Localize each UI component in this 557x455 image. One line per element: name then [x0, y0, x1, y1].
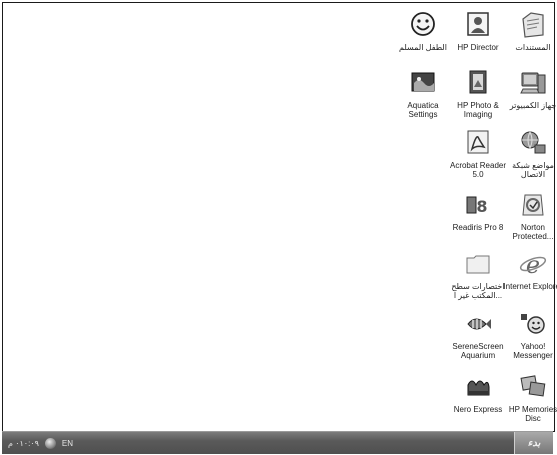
desktop-icon-norton-protected[interactable]: Norton Protected...: [503, 189, 557, 241]
acrobat-reader-icon: [467, 130, 489, 154]
icon-label: جهاز الكمبيوتر: [509, 101, 557, 110]
icon-label: SereneScreen Aquarium: [452, 342, 504, 360]
icon-label: Internet Explorer: [503, 282, 557, 291]
system-tray: ٠١٠:٠٩ م EN: [2, 432, 98, 454]
clock[interactable]: ٠١٠:٠٩ م: [8, 439, 39, 448]
desktop-icon-desktop-shortcuts[interactable]: اختصارات سطح المكتب غير ا...: [448, 248, 508, 300]
icon-label: Readiris Pro 8: [452, 223, 504, 232]
icon-label: Norton Protected...: [512, 223, 554, 241]
network-places-icon: [521, 131, 546, 154]
serenescreen-aquarium-icon: [467, 318, 491, 330]
desktop-icon-acrobat-reader[interactable]: Acrobat Reader 5.0: [448, 127, 508, 179]
start-label: بدء: [527, 437, 541, 449]
icon-label: المستندات: [515, 43, 551, 52]
yahoo-messenger-icon: [521, 314, 545, 334]
svg-text:e: e: [526, 251, 540, 279]
aquatica-settings-icon: [411, 72, 435, 92]
language-indicator[interactable]: EN: [62, 439, 73, 448]
desktop-icon-internet-explorer[interactable]: e Internet Explorer: [503, 248, 557, 291]
icon-label: Aquatica Settings: [407, 101, 439, 119]
icon-label: الطفل المسلم: [399, 43, 447, 52]
desktop-icon-hp-director[interactable]: HP Director: [448, 9, 508, 52]
desktop-icon-my-documents[interactable]: المستندات: [503, 9, 557, 52]
start-button[interactable]: بدء: [514, 432, 553, 454]
readiris-icon: 8: [466, 196, 488, 216]
desktop-icon-my-computer[interactable]: جهاز الكمبيوتر: [503, 67, 557, 110]
security-shield-icon[interactable]: [44, 437, 56, 449]
desktop-icon-hp-memories-disc[interactable]: HP Memories Disc: [503, 371, 557, 423]
desktop-icon-hp-photo-imaging[interactable]: HP Photo & Imaging: [448, 67, 508, 119]
desktop-icon-serenescreen-aquarium[interactable]: SereneScreen Aquarium: [448, 308, 508, 360]
documents-folder-icon: [522, 12, 544, 38]
computer-icon: [520, 72, 546, 94]
desktop-shortcuts-folder-icon: [466, 255, 490, 274]
icon-label: HP Memories Disc: [508, 405, 557, 423]
svg-text:8: 8: [476, 197, 487, 216]
desktop-icon-yahoo-messenger[interactable]: Yahoo! Messenger: [503, 308, 557, 360]
desktop-icon-readiris[interactable]: 8 Readiris Pro 8: [448, 189, 508, 232]
nero-express-icon: [467, 380, 490, 396]
icon-label: مواضع شبكة الاتصال: [512, 161, 554, 179]
norton-protected-icon: [522, 194, 544, 216]
desktop: المستندات HP Director الطفل المسلم جهاز …: [2, 2, 557, 432]
icon-label: اختصارات سطح المكتب غير ا...: [451, 282, 505, 300]
internet-explorer-icon: e: [519, 251, 547, 279]
icon-label: HP Director: [457, 43, 499, 52]
icon-label: Yahoo! Messenger: [513, 342, 553, 360]
desktop-icon-network-places[interactable]: مواضع شبكة الاتصال: [503, 127, 557, 179]
hp-photo-imaging-icon: [469, 70, 487, 94]
hp-memories-disc-icon: [520, 375, 546, 397]
desktop-icon-aquatica-settings[interactable]: Aquatica Settings: [393, 67, 453, 119]
icon-label: Acrobat Reader 5.0: [449, 161, 507, 179]
smiley-app-icon: [411, 12, 435, 36]
hp-director-icon: [467, 12, 489, 36]
icon-label: Nero Express: [453, 405, 503, 414]
desktop-icon-muslim-child[interactable]: الطفل المسلم: [393, 9, 453, 52]
icon-label: HP Photo & Imaging: [457, 101, 499, 119]
desktop-icon-nero-express[interactable]: Nero Express: [448, 371, 508, 414]
taskbar: ٠١٠:٠٩ م EN بدء: [2, 431, 553, 454]
